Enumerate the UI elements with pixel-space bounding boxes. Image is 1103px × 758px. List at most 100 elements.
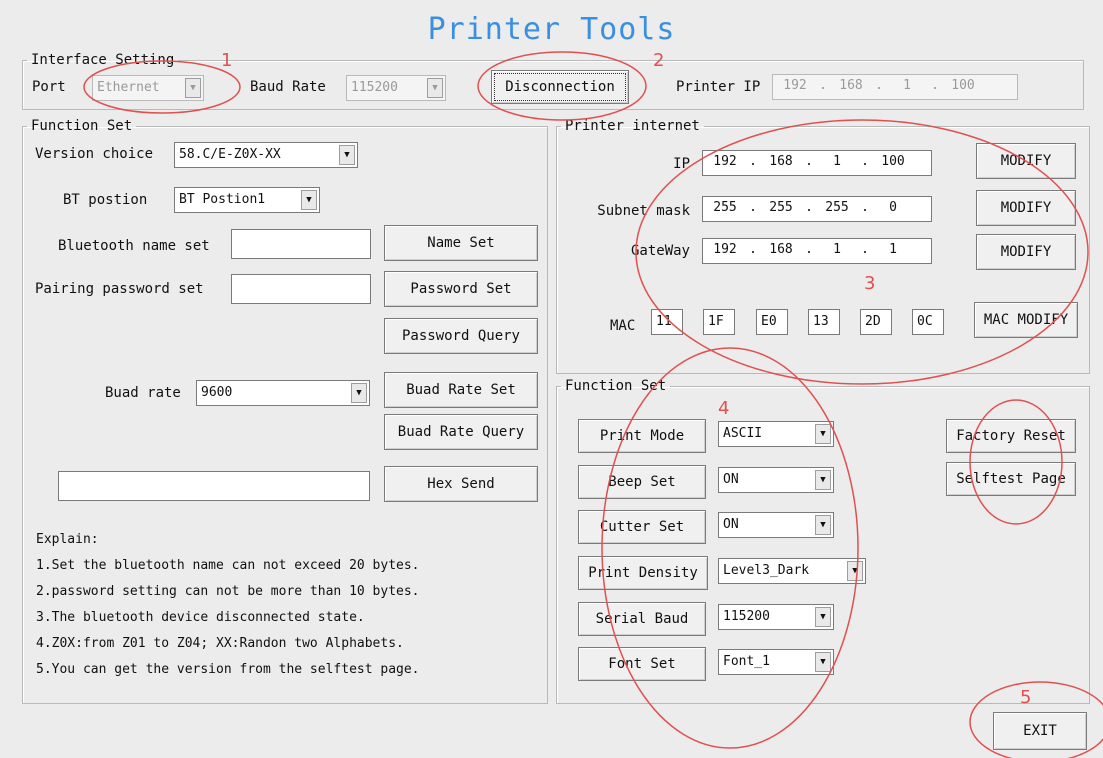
exit-button[interactable]: EXIT xyxy=(993,712,1087,750)
printer-ip-field[interactable]: 192. 168. 1. 100 xyxy=(772,74,1018,100)
serial-baud-select[interactable]: 115200 ▼ xyxy=(718,604,834,630)
beep-set-value: ON xyxy=(723,472,739,487)
pairing-password-input[interactable] xyxy=(231,274,371,304)
subnet-modify-button[interactable]: MODIFY xyxy=(976,190,1076,226)
print-density-button[interactable]: Print Density xyxy=(578,556,708,590)
selftest-page-button[interactable]: Selftest Page xyxy=(946,462,1076,496)
ip-dot: . xyxy=(805,154,813,169)
beep-set-button[interactable]: Beep Set xyxy=(578,465,706,499)
font-set-value: Font_1 xyxy=(723,654,770,669)
disconnection-button[interactable]: Disconnection xyxy=(491,70,629,104)
print-density-select[interactable]: Level3_Dark ▼ xyxy=(718,558,866,584)
buad-rate-set-button[interactable]: Buad Rate Set xyxy=(384,372,538,408)
cutter-set-button[interactable]: Cutter Set xyxy=(578,510,706,544)
chevron-down-icon: ▼ xyxy=(351,383,367,403)
printer-ip-octet-1: 192 xyxy=(783,78,807,93)
mac-byte-3[interactable]: E0 xyxy=(756,309,788,335)
ip-dot: . xyxy=(861,200,869,215)
cutter-set-select[interactable]: ON ▼ xyxy=(718,512,834,538)
printer-ip-octet-4: 100 xyxy=(951,78,975,93)
ip-dot: . xyxy=(749,242,757,257)
print-mode-value: ASCII xyxy=(723,426,763,441)
subnet-octet-3: 255 xyxy=(825,200,849,215)
printer-ip-label: Printer IP xyxy=(676,79,761,95)
font-set-button[interactable]: Font Set xyxy=(578,647,706,681)
mac-byte-5[interactable]: 2D xyxy=(860,309,892,335)
chevron-down-icon: ▼ xyxy=(815,607,831,627)
printer-ip-octet-2: 168 xyxy=(839,78,863,93)
bluetooth-name-input[interactable] xyxy=(231,229,371,259)
printer-internet-legend: Printer internet xyxy=(565,118,700,134)
version-choice-label: Version choice xyxy=(35,146,154,162)
chevron-down-icon: ▼ xyxy=(815,652,831,672)
password-query-button[interactable]: Password Query xyxy=(384,318,538,354)
cutter-set-value: ON xyxy=(723,517,739,532)
mac-byte-1[interactable]: 11 xyxy=(651,309,683,335)
ip-dot: . xyxy=(805,242,813,257)
window-title: Printer Tools xyxy=(427,12,676,47)
buad-rate-query-button[interactable]: Buad Rate Query xyxy=(384,414,538,450)
mac-byte-2[interactable]: 1F xyxy=(703,309,735,335)
print-mode-select[interactable]: ASCII ▼ xyxy=(718,421,834,447)
version-choice-select[interactable]: 58.C/E-Z0X-XX ▼ xyxy=(174,142,358,168)
annotation-number-2: 2 xyxy=(653,50,665,71)
subnet-octet-4: 0 xyxy=(889,200,897,215)
chevron-down-icon: ▼ xyxy=(339,145,355,165)
ip-octet-1: 192 xyxy=(713,154,737,169)
password-set-button[interactable]: Password Set xyxy=(384,271,538,307)
font-set-select[interactable]: Font_1 ▼ xyxy=(718,649,834,675)
chevron-down-icon: ▼ xyxy=(427,78,443,98)
gateway-modify-button[interactable]: MODIFY xyxy=(976,234,1076,270)
bt-position-select[interactable]: BT Postion1 ▼ xyxy=(174,187,320,213)
pairing-password-label: Pairing password set xyxy=(35,281,204,297)
chevron-down-icon: ▼ xyxy=(815,424,831,444)
bt-position-label: BT postion xyxy=(63,192,148,208)
explain-line-1: 1.Set the bluetooth name can not exceed … xyxy=(36,558,420,573)
hex-send-input[interactable] xyxy=(58,471,370,501)
hex-send-button[interactable]: Hex Send xyxy=(384,466,538,502)
ip-dot: . xyxy=(931,78,939,93)
buad-rate-label: Buad rate xyxy=(105,385,181,401)
chevron-down-icon: ▼ xyxy=(185,78,201,98)
printer-tools-window: Printer Tools Interface Setting Port Eth… xyxy=(0,0,1103,758)
mac-byte-4[interactable]: 13 xyxy=(808,309,840,335)
mac-modify-button[interactable]: MAC MODIFY xyxy=(974,302,1078,338)
subnet-mask-field[interactable]: 255. 255. 255. 0 xyxy=(702,196,932,222)
mac-label: MAC xyxy=(610,318,636,334)
ip-field[interactable]: 192. 168. 1. 100 xyxy=(702,150,932,176)
name-set-button[interactable]: Name Set xyxy=(384,225,538,261)
function-set-right-legend: Function Set xyxy=(565,378,667,394)
mac-byte-6[interactable]: 0C xyxy=(912,309,944,335)
print-density-value: Level3_Dark xyxy=(723,563,810,578)
ip-dot: . xyxy=(749,154,757,169)
chevron-down-icon: ▼ xyxy=(815,470,831,490)
gateway-octet-3: 1 xyxy=(833,242,841,257)
ip-modify-button[interactable]: MODIFY xyxy=(976,143,1076,179)
bt-position-value: BT Postion1 xyxy=(179,192,266,207)
interface-setting-legend: Interface Setting xyxy=(31,52,175,68)
baud-rate-select-value: 115200 xyxy=(351,80,398,95)
gateway-label: GateWay xyxy=(630,243,690,259)
port-select[interactable]: Ethernet ▼ xyxy=(92,75,204,101)
chevron-down-icon: ▼ xyxy=(815,515,831,535)
buad-rate-select[interactable]: 9600 ▼ xyxy=(196,380,370,406)
buad-rate-value: 9600 xyxy=(201,385,233,400)
chevron-down-icon: ▼ xyxy=(847,561,863,581)
serial-baud-button[interactable]: Serial Baud xyxy=(578,602,706,636)
beep-set-select[interactable]: ON ▼ xyxy=(718,467,834,493)
baud-rate-select[interactable]: 115200 ▼ xyxy=(346,75,446,101)
function-set-left-legend: Function Set xyxy=(31,118,133,134)
ip-label: IP xyxy=(673,156,690,172)
chevron-down-icon: ▼ xyxy=(301,190,317,210)
explain-title: Explain: xyxy=(36,532,99,547)
ip-dot: . xyxy=(861,242,869,257)
gateway-octet-4: 1 xyxy=(889,242,897,257)
gateway-octet-2: 168 xyxy=(769,242,793,257)
serial-baud-value: 115200 xyxy=(723,609,770,624)
factory-reset-button[interactable]: Factory Reset xyxy=(946,419,1076,453)
subnet-octet-2: 255 xyxy=(769,200,793,215)
version-choice-value: 58.C/E-Z0X-XX xyxy=(179,147,281,162)
annotation-number-1: 1 xyxy=(221,50,233,71)
print-mode-button[interactable]: Print Mode xyxy=(578,419,706,453)
gateway-field[interactable]: 192. 168. 1. 1 xyxy=(702,238,932,264)
